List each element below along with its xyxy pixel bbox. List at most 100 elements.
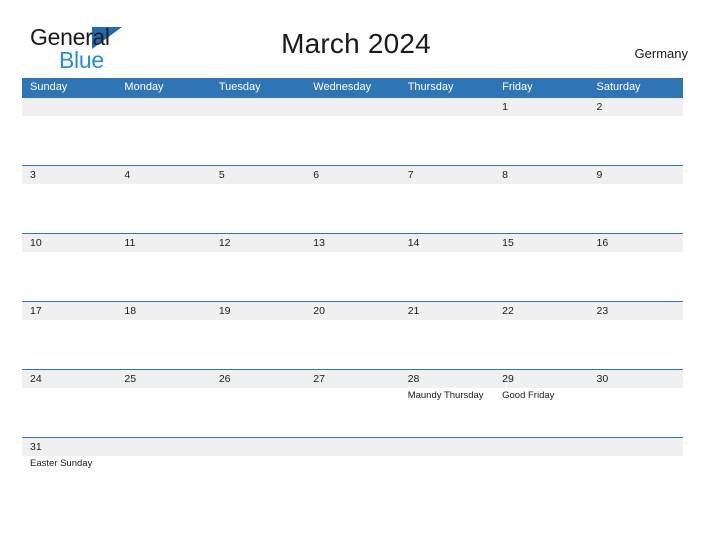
day-number xyxy=(30,98,116,116)
day-number: 31 xyxy=(30,441,42,453)
day-cell[interactable]: 26 xyxy=(210,370,306,437)
day-cell[interactable]: 23 xyxy=(588,302,683,369)
day-number: 26 xyxy=(218,373,231,385)
day-cell[interactable] xyxy=(399,438,495,505)
weekday-wednesday: Wednesday xyxy=(313,81,372,93)
day-number: 29 xyxy=(502,373,514,385)
day-cell[interactable]: 6 xyxy=(305,166,400,233)
day-event: Good Friday xyxy=(502,390,555,401)
day-cell[interactable]: 12 xyxy=(210,234,306,301)
day-number: 8 xyxy=(502,169,508,181)
day-cell[interactable]: 7 xyxy=(399,166,495,233)
week-row: 31 Easter Sunday xyxy=(22,437,683,505)
weekday-friday: Friday xyxy=(502,81,533,93)
week-row: 1 2 xyxy=(22,97,683,165)
day-cell[interactable]: 13 xyxy=(305,234,400,301)
day-number: 9 xyxy=(596,169,603,181)
weekday-saturday: Saturday xyxy=(596,81,641,93)
day-number: 18 xyxy=(124,305,137,317)
page-header: General Blue March 2024 Germany xyxy=(0,0,712,72)
day-number xyxy=(219,438,305,456)
day-cell[interactable]: 18 xyxy=(116,302,211,369)
day-number xyxy=(502,438,588,456)
day-cell[interactable]: 27 xyxy=(305,370,400,437)
weekday-monday: Monday xyxy=(124,81,164,93)
day-number: 23 xyxy=(596,305,609,317)
day-cell[interactable]: 21 xyxy=(399,302,495,369)
day-cell[interactable]: 10 xyxy=(22,234,117,301)
day-number: 4 xyxy=(124,169,131,181)
day-number: 15 xyxy=(502,237,514,249)
day-cell[interactable] xyxy=(116,98,211,165)
day-number: 13 xyxy=(313,237,325,249)
day-cell[interactable] xyxy=(305,438,400,505)
day-number: 11 xyxy=(124,237,136,249)
week-row: 10 11 12 13 14 15 16 xyxy=(22,233,683,301)
day-number: 12 xyxy=(218,237,231,249)
day-number xyxy=(124,98,210,116)
day-number: 22 xyxy=(502,305,514,317)
day-number: 7 xyxy=(407,169,414,181)
day-event: Maundy Thursday xyxy=(407,390,484,401)
day-cell[interactable]: 1 xyxy=(494,98,589,165)
day-number xyxy=(313,98,399,116)
day-event: Easter Sunday xyxy=(30,458,93,469)
day-number: 25 xyxy=(124,373,137,385)
day-number: 27 xyxy=(313,373,325,385)
day-cell[interactable]: 4 xyxy=(116,166,211,233)
weekday-tuesday: Tuesday xyxy=(218,81,261,93)
day-cell[interactable]: 29 Good Friday xyxy=(494,370,589,437)
day-cell[interactable]: 20 xyxy=(305,302,400,369)
day-number xyxy=(124,438,210,456)
day-cell[interactable]: 19 xyxy=(210,302,306,369)
day-cell[interactable]: 31 Easter Sunday xyxy=(22,438,117,505)
day-cell[interactable]: 24 xyxy=(22,370,117,437)
day-number: 2 xyxy=(596,101,603,113)
day-number: 16 xyxy=(596,237,609,249)
day-cell[interactable]: 17 xyxy=(22,302,117,369)
day-cell[interactable]: 11 xyxy=(116,234,211,301)
day-number: 1 xyxy=(502,101,508,113)
day-number: 17 xyxy=(30,305,42,317)
general-blue-logo: General Blue xyxy=(30,24,122,72)
country-label: Germany xyxy=(634,46,688,61)
calendar-grid: Sunday Monday Tuesday Wednesday Thursday… xyxy=(22,78,683,505)
day-cell[interactable] xyxy=(210,438,306,505)
week-row: 3 4 5 6 7 8 9 xyxy=(22,165,683,233)
day-cell[interactable]: 16 xyxy=(588,234,683,301)
day-number: 6 xyxy=(313,169,320,181)
day-number xyxy=(219,98,305,116)
logo-line-1: General xyxy=(30,24,122,50)
day-cell[interactable]: 25 xyxy=(116,370,211,437)
day-number xyxy=(313,438,399,456)
day-number: 3 xyxy=(30,169,36,181)
day-cell[interactable]: 22 xyxy=(494,302,589,369)
day-cell[interactable] xyxy=(494,438,589,505)
week-row: 24 25 26 27 28 Maundy Thursday 29 Good Fri… xyxy=(22,369,683,437)
day-cell[interactable]: 9 xyxy=(588,166,683,233)
logo-general-text: General xyxy=(30,24,110,50)
day-cell[interactable] xyxy=(399,98,495,165)
day-cell[interactable]: 2 xyxy=(588,98,683,165)
day-number: 30 xyxy=(596,373,609,385)
day-cell[interactable]: 15 xyxy=(494,234,589,301)
weekday-thursday: Thursday xyxy=(407,81,454,93)
day-cell[interactable] xyxy=(210,98,306,165)
day-cell[interactable]: 14 xyxy=(399,234,495,301)
day-number: 20 xyxy=(313,305,325,317)
day-number: 28 xyxy=(407,373,420,385)
day-cell[interactable]: 28 Maundy Thursday xyxy=(399,370,495,437)
day-cell[interactable] xyxy=(305,98,400,165)
day-number: 5 xyxy=(218,169,225,181)
day-number: 10 xyxy=(30,237,42,249)
day-cell[interactable] xyxy=(22,98,117,165)
day-cell[interactable]: 5 xyxy=(210,166,306,233)
day-cell[interactable] xyxy=(588,438,683,505)
day-cell[interactable] xyxy=(116,438,211,505)
day-cell[interactable]: 8 xyxy=(494,166,589,233)
day-number: 21 xyxy=(407,305,420,317)
day-number: 19 xyxy=(218,305,231,317)
week-row: 17 18 19 20 21 22 23 xyxy=(22,301,683,369)
day-cell[interactable]: 3 xyxy=(22,166,117,233)
day-cell[interactable]: 30 xyxy=(588,370,683,437)
